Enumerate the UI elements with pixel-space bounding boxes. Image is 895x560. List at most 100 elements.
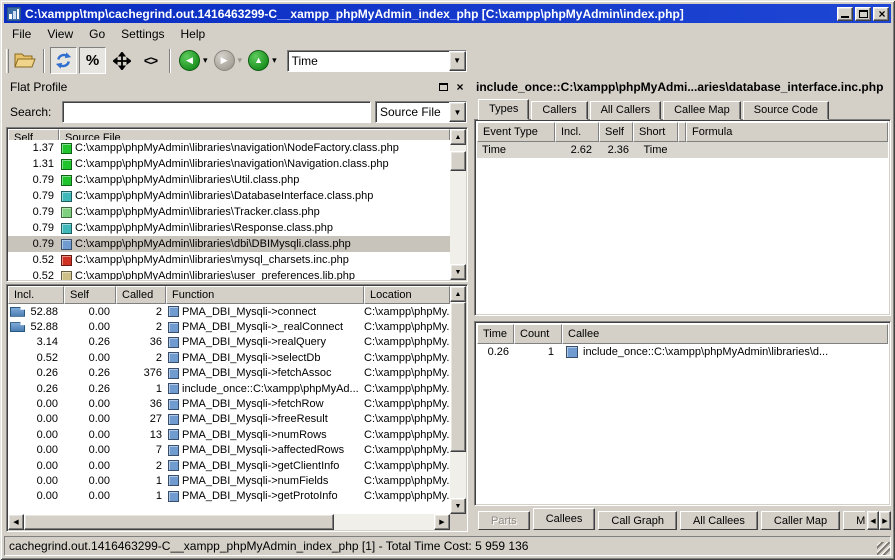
tab-machine[interactable]: Machine xyxy=(843,511,865,530)
file-row[interactable]: 0.52C:\xampp\phpMyAdmin\libraries\mysql_… xyxy=(8,252,450,268)
dock-close-button[interactable]: × xyxy=(453,80,467,93)
expand-areas-button[interactable] xyxy=(108,47,135,74)
grouping-dropdown-button[interactable]: ▼ xyxy=(449,102,466,122)
scroll-down-button[interactable]: ▼ xyxy=(450,498,466,514)
file-row[interactable]: 1.37C:\xampp\phpMyAdmin\libraries\naviga… xyxy=(8,140,450,156)
scroll-thumb[interactable] xyxy=(450,151,466,171)
tabs-scroll-right-button[interactable]: ▶ xyxy=(879,511,891,530)
function-row[interactable]: 3.140.2636PMA_DBI_Mysqli->realQueryC:\xa… xyxy=(8,335,450,350)
tab-all-callers[interactable]: All Callers xyxy=(590,101,662,120)
file-row[interactable]: 0.79C:\xampp\phpMyAdmin\libraries\Util.c… xyxy=(8,172,450,188)
column-header-incl[interactable]: Incl. xyxy=(555,122,599,142)
resize-grip-icon[interactable] xyxy=(877,542,890,555)
scroll-thumb[interactable] xyxy=(24,514,334,530)
column-header-count[interactable]: Count xyxy=(514,324,562,344)
back-dropdown-icon[interactable]: ▾ xyxy=(203,55,208,66)
column-header-called[interactable]: Called xyxy=(116,286,166,304)
types-panel: Event TypeIncl.SelfShort Formula Time2.62… xyxy=(474,119,891,316)
function-row[interactable]: 0.260.261include_once::C:\xampp\phpMyAd.… xyxy=(8,381,450,396)
scroll-thumb[interactable] xyxy=(450,302,466,452)
dock-titlebar[interactable]: Flat Profile × xyxy=(4,78,470,97)
function-row[interactable]: 52.880.002PMA_DBI_Mysqli->connectC:\xamp… xyxy=(8,304,450,319)
column-header-callee[interactable]: Callee xyxy=(562,324,888,344)
function-row[interactable]: 0.000.0013PMA_DBI_Mysqli->numRowsC:\xamp… xyxy=(8,427,450,442)
toolbar-grip[interactable] xyxy=(6,49,9,73)
move-arrows-icon xyxy=(113,52,131,70)
function-row[interactable]: 0.000.0027PMA_DBI_Mysqli->freeResultC:\x… xyxy=(8,412,450,427)
event-type-dropdown-button[interactable]: ▼ xyxy=(449,51,466,71)
tab-source-code[interactable]: Source Code xyxy=(743,101,829,120)
dock-float-button[interactable] xyxy=(436,80,450,93)
column-header-time[interactable]: Time xyxy=(477,324,514,344)
menu-file[interactable]: File xyxy=(4,25,39,43)
menu-view[interactable]: View xyxy=(39,25,81,43)
cell-self: 0.26 xyxy=(64,336,116,348)
search-input[interactable] xyxy=(62,101,371,123)
scroll-left-button[interactable]: ◀ xyxy=(8,514,24,530)
function-row[interactable]: 0.260.26376PMA_DBI_Mysqli->fetchAssocC:\… xyxy=(8,366,450,381)
column-header-function[interactable]: Function xyxy=(166,286,364,304)
up-dropdown-icon[interactable]: ▾ xyxy=(272,55,277,66)
relative-percent-button[interactable]: % xyxy=(79,47,106,74)
scroll-up-button[interactable]: ▲ xyxy=(450,286,466,302)
column-header-event-type[interactable]: Event Type xyxy=(477,122,555,142)
tab-callee-map[interactable]: Callee Map xyxy=(663,101,741,120)
tab-call-graph[interactable]: Call Graph xyxy=(598,511,677,530)
close-button[interactable]: × xyxy=(873,7,889,21)
tab-callers[interactable]: Callers xyxy=(531,101,587,120)
function-table-hscrollbar[interactable]: ◀ ▶ xyxy=(8,514,450,530)
event-type-row[interactable]: Time2.622.36Time xyxy=(477,142,888,158)
minimize-button[interactable] xyxy=(837,7,853,21)
maximize-button[interactable] xyxy=(855,7,871,21)
forward-button[interactable]: ▶ xyxy=(214,50,235,71)
up-button[interactable]: ▲ xyxy=(248,50,269,71)
menu-go[interactable]: Go xyxy=(81,25,113,43)
tabs-scroll-left-button[interactable]: ◀ xyxy=(867,511,879,530)
grouping-select[interactable]: Source File ▼ xyxy=(375,101,467,123)
cell-location: C:\xampp\phpMy... xyxy=(364,490,450,502)
search-row: Search: Source File ▼ xyxy=(6,99,467,125)
detail-tabs: TypesCallersAll CallersCallee MapSource … xyxy=(478,99,831,120)
tab-caller-map[interactable]: Caller Map xyxy=(761,511,840,530)
function-row[interactable]: 0.000.001PMA_DBI_Mysqli->numFieldsC:\xam… xyxy=(8,473,450,488)
column-header-short[interactable]: Short xyxy=(633,122,678,142)
column-header-incl[interactable]: Incl. xyxy=(8,286,64,304)
column-header-self[interactable]: Self xyxy=(599,122,633,142)
file-list-vscrollbar[interactable]: ▲ ▼ xyxy=(450,129,466,280)
function-row[interactable]: 0.520.002PMA_DBI_Mysqli->selectDbC:\xamp… xyxy=(8,350,450,365)
back-button[interactable]: ◀ xyxy=(179,50,200,71)
file-row[interactable]: 0.79C:\xampp\phpMyAdmin\libraries\dbi\DB… xyxy=(8,236,450,252)
column-header-formula[interactable]: Formula xyxy=(686,122,888,142)
file-row[interactable]: 0.52C:\xampp\phpMyAdmin\libraries\user_p… xyxy=(8,268,450,280)
tab-all-callees[interactable]: All Callees xyxy=(680,511,758,530)
column-header-self[interactable]: Self xyxy=(64,286,116,304)
file-row[interactable]: 1.31C:\xampp\phpMyAdmin\libraries\naviga… xyxy=(8,156,450,172)
function-row[interactable]: 0.000.002PMA_DBI_Mysqli->getClientInfoC:… xyxy=(8,458,450,473)
event-type-select[interactable]: Time ▼ xyxy=(287,50,467,72)
function-table-vscrollbar[interactable]: ▲ ▼ xyxy=(450,286,466,514)
function-row[interactable]: 0.000.001PMA_DBI_Mysqli->getProtoInfoC:\… xyxy=(8,489,450,504)
column-header-location[interactable]: Location xyxy=(364,286,450,304)
app-icon[interactable] xyxy=(7,7,21,21)
column-header-spacer[interactable] xyxy=(678,122,686,142)
cycle-detection-button[interactable] xyxy=(50,47,77,74)
function-row[interactable]: 0.000.007PMA_DBI_Mysqli->affectedRowsC:\… xyxy=(8,443,450,458)
function-name: PMA_DBI_Mysqli->freeResult xyxy=(182,413,328,425)
titlebar[interactable]: C:\xampp\tmp\cachegrind.out.1416463299-C… xyxy=(4,4,891,23)
open-file-button[interactable] xyxy=(11,47,38,74)
function-row[interactable]: 0.000.0036PMA_DBI_Mysqli->fetchRowC:\xam… xyxy=(8,396,450,411)
function-row[interactable]: 52.880.002PMA_DBI_Mysqli->_realConnectC:… xyxy=(8,319,450,334)
menu-help[interactable]: Help xyxy=(173,25,214,43)
file-row[interactable]: 0.79C:\xampp\phpMyAdmin\libraries\Databa… xyxy=(8,188,450,204)
menu-settings[interactable]: Settings xyxy=(113,25,172,43)
file-row[interactable]: 0.79C:\xampp\phpMyAdmin\libraries\Respon… xyxy=(8,220,450,236)
tab-types[interactable]: Types xyxy=(478,99,529,120)
tab-callees[interactable]: Callees xyxy=(533,508,596,530)
shorten-templates-button[interactable]: <> xyxy=(137,47,164,74)
scroll-right-button[interactable]: ▶ xyxy=(434,514,450,530)
file-row[interactable]: 0.79C:\xampp\phpMyAdmin\libraries\Tracke… xyxy=(8,204,450,220)
callee-row[interactable]: 0.261include_once::C:\xampp\phpMyAdmin\l… xyxy=(477,344,888,360)
scroll-up-button[interactable]: ▲ xyxy=(450,129,466,145)
forward-dropdown-icon[interactable]: ▾ xyxy=(238,55,243,66)
scroll-down-button[interactable]: ▼ xyxy=(450,264,466,280)
